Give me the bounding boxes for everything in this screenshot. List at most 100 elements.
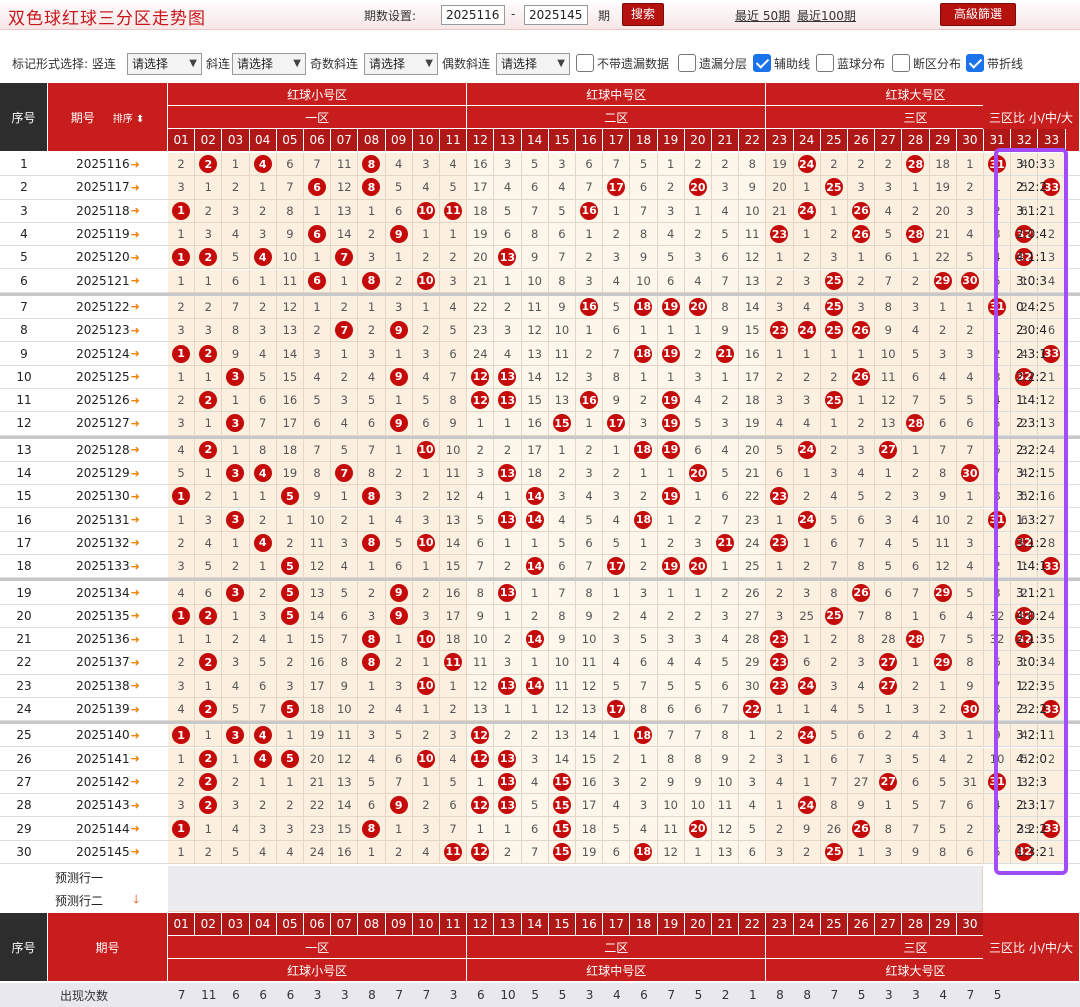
cell-18: 2: [630, 555, 658, 579]
cell-14: 18: [521, 461, 549, 486]
cell-22: 9: [739, 176, 767, 200]
cell-05: 5: [276, 604, 304, 628]
cell-11: 11: [440, 199, 468, 223]
cell-20: 3: [684, 246, 712, 270]
cell-23: 4: [766, 412, 794, 436]
red-ball: 6: [308, 225, 327, 244]
cell-08: 3: [358, 246, 386, 270]
cell-05: 3: [276, 817, 304, 841]
cell-17: 17: [603, 555, 631, 579]
footer-num-header-13: 13: [494, 913, 522, 936]
cell-03: 4: [222, 674, 250, 698]
cell-05: 7: [276, 176, 304, 200]
sort-toggle[interactable]: 排序 ⬍: [113, 110, 145, 125]
cell-04: 1: [249, 269, 277, 293]
red-ball: 11: [444, 201, 463, 220]
cell-29: 29: [929, 651, 957, 675]
period-value: 2025140: [76, 728, 130, 743]
cell-07: 4: [331, 555, 359, 579]
cell-28: 1: [902, 438, 930, 462]
cell-26: 3: [848, 176, 876, 200]
cell-01: 1: [168, 222, 196, 247]
cell-27: 5: [875, 222, 903, 247]
cell-30: 9: [956, 674, 984, 698]
prediction-area[interactable]: [168, 866, 983, 912]
cell-24: 4: [793, 412, 821, 436]
arrow-icon: ➜: [130, 227, 140, 241]
num-header-18: 18: [630, 129, 658, 152]
period-value: 2025133: [76, 559, 130, 574]
red-ball: 21: [716, 533, 735, 552]
cell-28: 28: [902, 412, 930, 436]
row-period: 2025134 ➜: [48, 581, 168, 605]
cell-18: 4: [630, 604, 658, 628]
cell-10: 4: [412, 840, 440, 864]
red-ball: 2: [199, 440, 218, 459]
cell-24: 24: [793, 674, 821, 698]
cell-05: 16: [276, 389, 304, 413]
predict-row-2[interactable]: 预测行二 🡓: [0, 889, 168, 912]
cell-16: 2: [576, 342, 604, 366]
cell-15: 13: [548, 389, 576, 413]
cell-11: 4: [440, 295, 468, 320]
cell-25: 1: [820, 412, 848, 436]
cell-12: 6: [467, 531, 495, 556]
footer-seq-header: 序号: [0, 913, 48, 982]
cell-25: 25: [820, 269, 848, 293]
cell-06: 1: [304, 199, 332, 223]
footer-num-header-15: 15: [548, 913, 576, 936]
count-07: 3: [331, 983, 359, 1007]
cell-23: 6: [766, 461, 794, 486]
predict-row-1[interactable]: 预测行一: [0, 866, 168, 889]
cell-20: 10: [684, 794, 712, 818]
cell-13: 4: [494, 176, 522, 200]
num-header-19: 19: [657, 129, 685, 152]
cell-04: 3: [249, 604, 277, 628]
cell-22: 11: [739, 222, 767, 247]
footer-num-header-01: 01: [168, 913, 196, 936]
cell-23: 23: [766, 531, 794, 556]
cell-08: 1: [358, 555, 386, 579]
cell-19: 1: [657, 461, 685, 486]
row-period: 2025141 ➜: [48, 748, 168, 771]
cell-13: 3: [494, 319, 522, 343]
cell-27: 7: [875, 269, 903, 293]
row-ratio: 2:0:4: [983, 319, 1080, 343]
red-ball: 10: [416, 201, 435, 220]
cell-26: 26: [848, 817, 876, 841]
cell-26: 3: [848, 651, 876, 675]
cell-23: 2: [766, 724, 794, 748]
cell-19: 5: [657, 246, 685, 270]
cell-25: 3: [820, 674, 848, 698]
cell-18: 3: [630, 794, 658, 818]
red-ball: 19: [661, 344, 680, 363]
cell-18: 6: [630, 651, 658, 675]
cell-16: 1: [576, 412, 604, 436]
cell-17: 1: [603, 581, 631, 605]
row-ratio: 2:2:2: [983, 817, 1080, 841]
cell-20: 6: [684, 697, 712, 722]
footer-num-header-29: 29: [929, 913, 957, 936]
cell-22: 6: [739, 840, 767, 864]
red-ball: 17: [607, 178, 626, 197]
cell-08: 1: [358, 199, 386, 223]
zone-name-header-2: 二区: [467, 106, 767, 129]
row-period: 2025129 ➜: [48, 462, 168, 486]
cell-01: 3: [168, 555, 196, 579]
cell-07: 15: [331, 817, 359, 841]
footer-zone-group-1: 红球小号区: [168, 959, 468, 982]
cell-20: 4: [684, 269, 712, 293]
cell-06: 7: [304, 153, 332, 177]
cell-06: 6: [304, 176, 332, 200]
row-ratio: 2:3:1: [983, 794, 1080, 818]
cell-16: 3: [576, 269, 604, 293]
cell-05: 17: [276, 412, 304, 436]
cell-01: 1: [168, 628, 196, 652]
footer-num-header-06: 06: [304, 913, 332, 936]
cell-14: 14: [521, 485, 549, 509]
cell-16: 17: [576, 794, 604, 818]
red-ball: 27: [879, 676, 898, 695]
red-ball: 26: [852, 583, 871, 602]
count-19: 7: [657, 983, 685, 1007]
cell-23: 1: [766, 508, 794, 532]
